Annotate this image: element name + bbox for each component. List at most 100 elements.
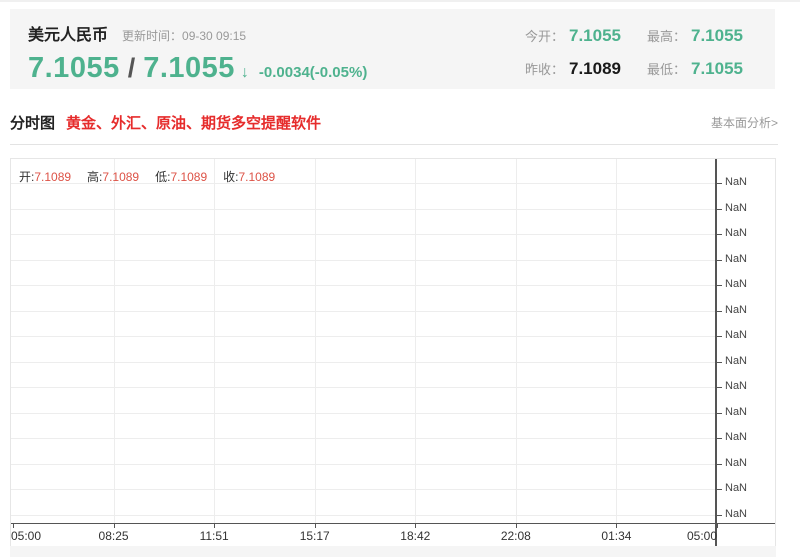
stat-open: 今开： 7.1055	[525, 26, 621, 46]
y-tick	[717, 336, 722, 337]
ohlc-close-value: 7.1089	[238, 170, 276, 184]
x-tick-label: 05:00	[11, 529, 42, 543]
y-tick	[717, 463, 722, 465]
x-grid-line	[515, 159, 517, 523]
y-tick-label: NaN	[725, 456, 748, 469]
y-tick-label: NaN	[725, 380, 748, 392]
y-tick	[717, 438, 722, 439]
y-tick-label: NaN	[725, 507, 748, 520]
y-tick-label: NaN	[725, 176, 748, 188]
section-bar: 分时图 黄金、外汇、原油、期货多空提醒软件 基本面分析>	[10, 110, 778, 134]
pair-title: 美元人民币	[28, 27, 109, 44]
y-grid-line	[11, 208, 715, 210]
x-grid-line	[314, 159, 316, 523]
y-tick	[717, 489, 722, 490]
ohlc-low: 低:7.1089	[155, 170, 207, 184]
y-tick	[717, 514, 722, 516]
y-grid-line	[11, 234, 715, 235]
update-time: 更新时间：09-30 09:15	[122, 27, 246, 44]
stat-high: 最高： 7.1055	[647, 26, 743, 46]
page: 美元人民币 更新时间：09-30 09:15 7.1055 / 7.1055 ↓…	[0, 0, 800, 557]
x-axis-line	[11, 523, 775, 524]
x-grid-line	[616, 159, 618, 523]
y-tick-label: NaN	[725, 303, 748, 316]
stat-open-label: 今开：	[524, 29, 564, 44]
x-grid-line	[113, 159, 115, 523]
top-divider	[0, 0, 800, 2]
y-grid-line	[11, 310, 715, 312]
y-grid-line	[11, 361, 715, 363]
x-tick-label: 18:42	[400, 529, 431, 543]
y-tick-label: NaN	[725, 252, 748, 265]
y-tick	[717, 234, 722, 235]
y-grid-line	[11, 463, 715, 465]
y-grid-line	[11, 387, 715, 388]
y-grid-line	[11, 438, 715, 439]
stat-prev-close-value: 7.1089	[568, 59, 621, 78]
y-tick	[717, 208, 722, 210]
y-tick-label: NaN	[725, 405, 748, 418]
y-tick-label: NaN	[725, 354, 748, 367]
y-tick-label: NaN	[725, 329, 748, 341]
y-tick	[717, 310, 722, 312]
price-separator: /	[127, 53, 136, 83]
quote-title-row: 美元人民币 更新时间：09-30 09:15	[28, 21, 367, 45]
y-grid-line	[11, 514, 715, 516]
x-tick-label: 08:25	[98, 529, 129, 543]
promo-link[interactable]: 黄金、外汇、原油、期货多空提醒软件	[66, 112, 321, 133]
quote-panel: 美元人民币 更新时间：09-30 09:15 7.1055 / 7.1055 ↓…	[10, 9, 775, 89]
x-tick	[515, 524, 517, 528]
y-tick	[717, 412, 722, 414]
quote-price-row: 7.1055 / 7.1055 ↓ -0.0034(-0.05%)	[28, 52, 367, 85]
y-grid-line	[11, 412, 715, 414]
y-tick	[717, 259, 722, 261]
ohlc-close-label: 收:	[223, 170, 239, 184]
y-grid-line	[11, 285, 715, 286]
y-tick	[717, 361, 722, 363]
x-tick	[314, 524, 316, 528]
y-tick-label: NaN	[725, 201, 748, 214]
y-tick-label: NaN	[725, 482, 748, 494]
x-grid-line	[415, 159, 417, 523]
intraday-chart: 开:7.1089 高:7.1089 低:7.1089 收:7.1089 NaN NaN N…	[10, 158, 776, 547]
x-tick	[717, 524, 718, 528]
chart-plot-area[interactable]	[11, 159, 715, 523]
y-tick	[717, 285, 722, 286]
ohlc-open: 开:7.1089	[19, 170, 71, 184]
stat-prev-close: 昨收： 7.1089	[525, 59, 621, 79]
section-title: 分时图	[10, 114, 56, 132]
x-tick-label: 01:34	[601, 529, 632, 543]
x-tick	[214, 524, 216, 528]
y-tick	[717, 183, 722, 184]
stat-prev-close-label: 昨收：	[524, 62, 564, 77]
stat-open-value: 7.1055	[568, 26, 621, 45]
x-grid-line	[214, 159, 216, 523]
x-tick	[113, 524, 115, 528]
x-tick-label: 22:08	[500, 529, 531, 543]
y-tick	[717, 387, 722, 388]
x-tick	[13, 524, 14, 528]
update-time-value: 09-30 09:15	[182, 29, 247, 43]
price-down-arrow-icon: ↓	[240, 64, 249, 81]
fundamental-analysis-link[interactable]: 基本面分析>	[711, 114, 778, 131]
stat-high-value: 7.1055	[691, 26, 743, 45]
ohlc-legend: 开:7.1089 高:7.1089 低:7.1089 收:7.1089	[19, 168, 291, 185]
ohlc-open-label: 开:	[19, 170, 35, 184]
stats-grid: 今开： 7.1055 最高： 7.1055 昨收： 7.1089 最低： 7.1…	[525, 26, 743, 79]
ohlc-high: 高:7.1089	[87, 170, 139, 184]
ohlc-low-value: 7.1089	[170, 170, 208, 184]
x-tick	[415, 524, 417, 528]
y-tick-label: NaN	[725, 278, 748, 290]
ohlc-high-value: 7.1089	[102, 170, 140, 184]
y-tick-label: NaN	[725, 227, 748, 239]
ohlc-open-value: 7.1089	[34, 170, 72, 184]
ask-price: 7.1055	[143, 52, 235, 84]
stat-high-label: 最高：	[646, 29, 686, 44]
bid-price: 7.1055	[28, 52, 120, 84]
section-divider	[10, 144, 778, 145]
bottom-strip	[10, 546, 776, 557]
quote-main: 美元人民币 更新时间：09-30 09:15 7.1055 / 7.1055 ↓…	[28, 21, 367, 85]
stat-low: 最低： 7.1055	[647, 59, 743, 79]
price-change: -0.0034(-0.05%)	[258, 64, 368, 81]
x-tick-label: 11:51	[199, 529, 229, 543]
